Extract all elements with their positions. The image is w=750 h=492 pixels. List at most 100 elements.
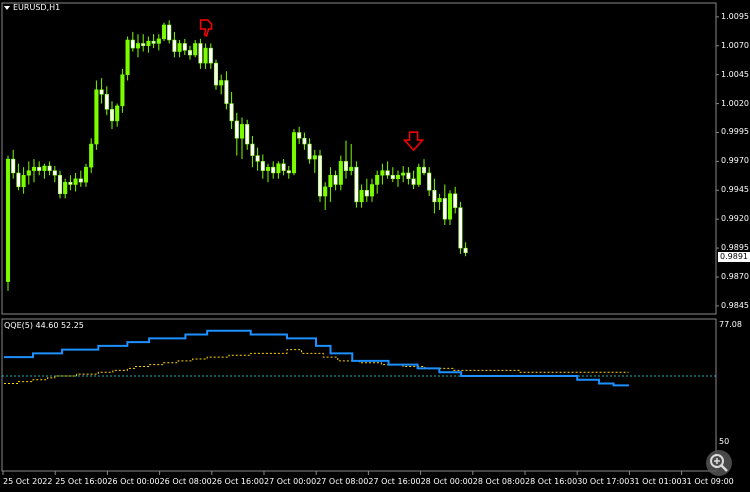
candle-body xyxy=(213,62,219,86)
candle-body xyxy=(5,158,11,282)
candle-body xyxy=(208,47,213,64)
candle-body xyxy=(219,80,224,86)
candle-body xyxy=(458,207,463,249)
time-tick-label: 30 Oct 17:00 xyxy=(577,477,630,486)
time-tick-label: 31 Oct 09:00 xyxy=(681,477,734,486)
candle-body xyxy=(167,24,172,41)
candle-body xyxy=(297,132,302,139)
candle-body xyxy=(146,40,151,47)
price-tick-label: 0.9870 xyxy=(721,272,749,281)
thumbs-down-icon xyxy=(199,19,213,38)
candle-body xyxy=(52,170,57,176)
candle-body xyxy=(317,155,323,197)
candle-body xyxy=(421,166,427,174)
indicator-level-label: 50 xyxy=(719,437,730,446)
candle-body xyxy=(349,166,354,171)
candle-body xyxy=(83,166,89,183)
candle-body xyxy=(224,80,229,104)
price-tick-label: 0.9845 xyxy=(721,300,749,310)
price-tick-label: 0.9920 xyxy=(721,214,749,224)
candle-body xyxy=(78,178,83,183)
time-tick-label: 25 Oct 16:00 xyxy=(55,477,108,486)
symbol-title[interactable]: EURUSD,H1 xyxy=(4,3,60,12)
candle-body xyxy=(359,190,364,203)
time-tick-label: 27 Oct 16:00 xyxy=(368,477,421,486)
candle-body xyxy=(26,170,31,176)
candle-body xyxy=(271,166,276,174)
time-tick-label: 27 Oct 08:00 xyxy=(316,477,369,486)
candle-body xyxy=(161,24,167,40)
price-tick-label: 0.9970 xyxy=(721,156,749,166)
candle-body xyxy=(312,155,317,160)
current-price-tag: 0.9891 xyxy=(718,252,750,262)
candle-body xyxy=(406,172,411,179)
time-tick-label: 31 Oct 01:00 xyxy=(629,477,682,486)
price-tick-label: 1.0020 xyxy=(721,98,749,108)
price-pane[interactable] xyxy=(5,19,468,291)
candle-body xyxy=(385,170,390,176)
candle-body xyxy=(463,247,468,253)
candle-body xyxy=(343,161,349,171)
candle-body xyxy=(21,175,26,188)
time-tick-label: 26 Oct 16:00 xyxy=(211,477,264,486)
price-tick-label: 1.0095 xyxy=(721,11,749,21)
candle-body xyxy=(390,175,395,179)
candle-body xyxy=(411,178,416,185)
sell-arrow-icon xyxy=(402,131,425,152)
time-tick-label: 27 Oct 00:00 xyxy=(264,477,317,486)
candle-body xyxy=(47,165,52,171)
time-tick-label: 28 Oct 16:00 xyxy=(525,477,578,486)
candle-body xyxy=(130,39,135,49)
time-tick-label: 26 Oct 08:00 xyxy=(159,477,212,486)
candle-body xyxy=(245,124,250,145)
candle-body xyxy=(187,50,193,56)
indicator-pane-border xyxy=(1,318,717,472)
candle-body xyxy=(354,166,359,203)
pane-frames xyxy=(1,2,719,475)
candle-body xyxy=(416,166,421,185)
candle-body xyxy=(68,181,73,185)
candle-body xyxy=(125,39,130,75)
candle-body xyxy=(151,40,156,44)
candle-body xyxy=(302,138,307,145)
candle-body xyxy=(135,43,141,49)
candle-body xyxy=(156,38,161,44)
candle-body xyxy=(104,94,109,110)
candle-body xyxy=(31,166,37,171)
candle-body xyxy=(57,175,63,195)
candle-body xyxy=(115,105,120,122)
candle-body xyxy=(172,39,177,52)
candle-body xyxy=(364,190,369,197)
symbol-label: EURUSD,H1 xyxy=(13,3,61,12)
candle-body xyxy=(120,74,125,107)
candle-body xyxy=(323,186,328,197)
candle-body xyxy=(401,172,406,176)
qqe-fast-line xyxy=(4,329,629,387)
candle-body xyxy=(89,143,94,168)
candle-body xyxy=(375,175,380,185)
candle-body xyxy=(11,158,16,174)
candle-body xyxy=(250,143,255,156)
indicator-label: QQE(5) 44.60 52.25 xyxy=(4,321,84,330)
candle-body xyxy=(16,172,21,188)
candle-body xyxy=(255,155,260,162)
candle-body xyxy=(198,43,203,64)
candle-body xyxy=(437,198,442,203)
candle-body xyxy=(109,109,115,122)
candle-body xyxy=(42,165,47,171)
chart-canvas[interactable] xyxy=(0,0,750,492)
dropdown-triangle-icon[interactable] xyxy=(4,5,10,10)
candle-body xyxy=(193,43,198,56)
candle-body xyxy=(281,163,286,171)
candle-body xyxy=(427,172,432,191)
candle-body xyxy=(99,89,104,95)
zoom-icon[interactable] xyxy=(706,450,732,476)
candle-body xyxy=(141,43,146,47)
qqe-indicator-pane[interactable] xyxy=(2,329,716,387)
candle-body xyxy=(286,170,291,174)
indicator-max-label: 77.08 xyxy=(719,320,742,329)
time-tick-label: 28 Oct 08:00 xyxy=(472,477,525,486)
candle-body xyxy=(229,103,234,122)
candle-body xyxy=(94,89,99,145)
candle-body xyxy=(260,161,265,171)
